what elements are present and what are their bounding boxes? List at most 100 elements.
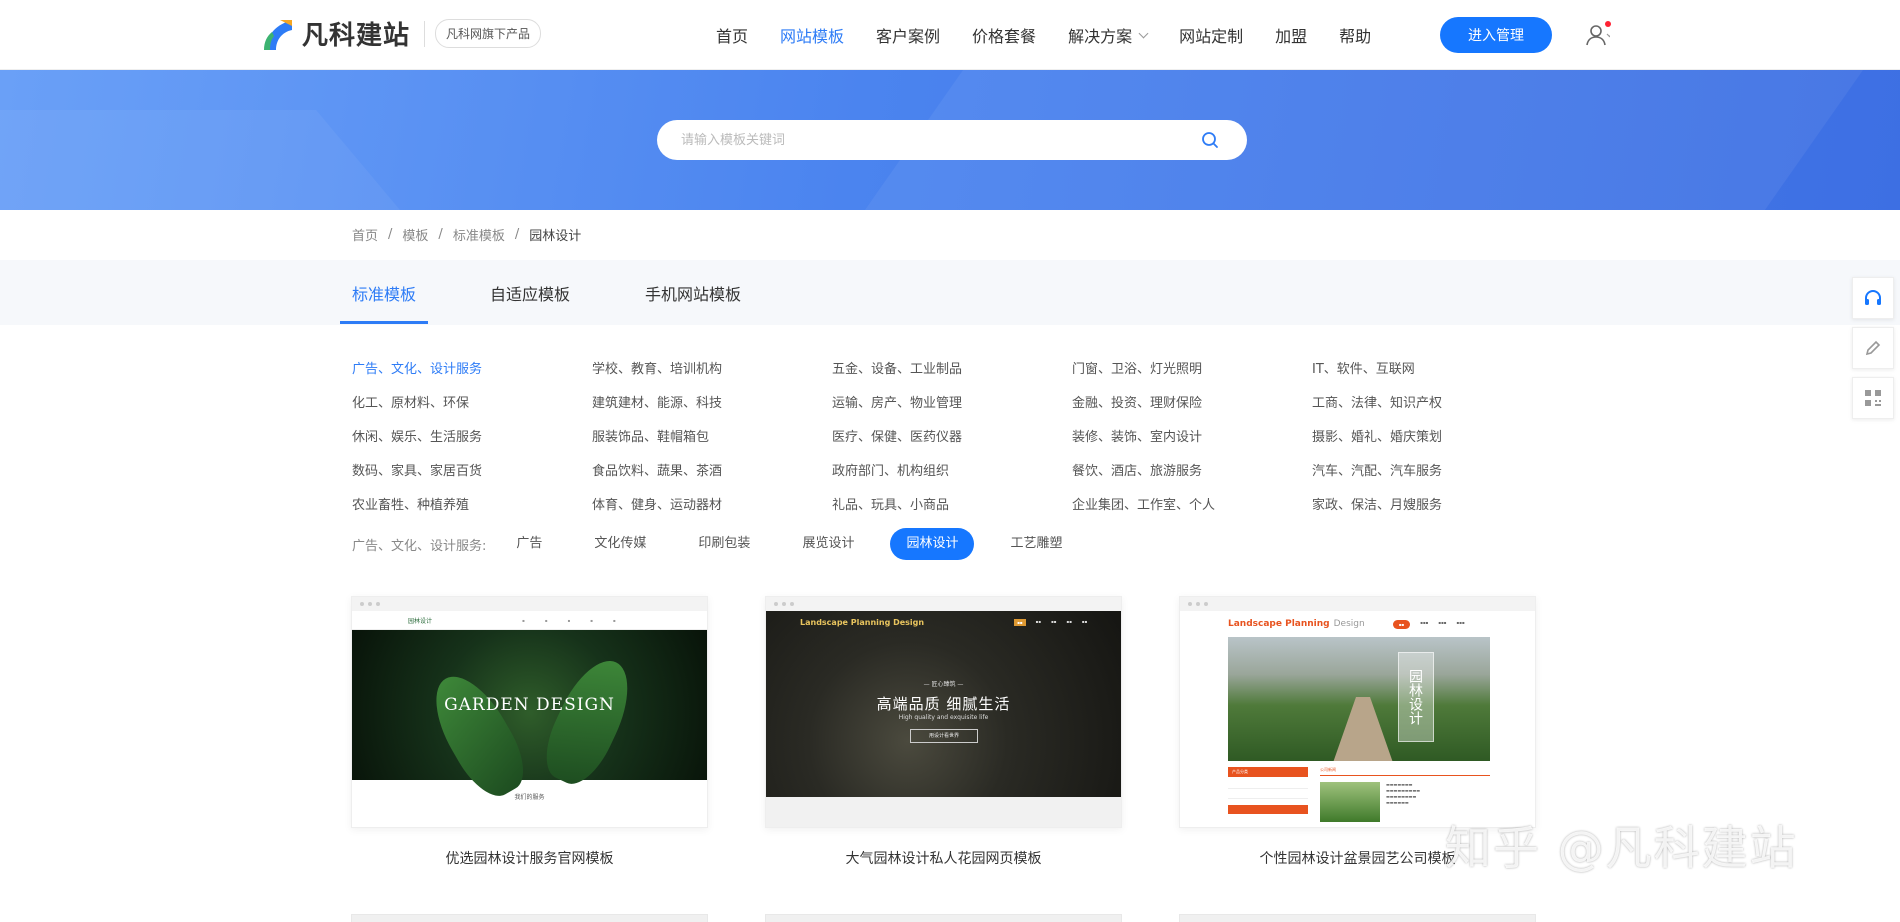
tab-responsive[interactable]: 自适应模板 (490, 260, 570, 325)
breadcrumb-home[interactable]: 首页 (352, 225, 378, 244)
subcategory-item[interactable]: 工艺雕塑 (994, 528, 1078, 560)
logo-badge: 凡科网旗下产品 (435, 19, 542, 48)
category-item[interactable]: 装修、装饰、室内设计 (1072, 426, 1312, 445)
preview-nav: Landscape Planning Design ▪▪ ▪▪ ▪▪ ▪▪ ▪▪ (766, 611, 1121, 633)
category-item[interactable]: 数码、家具、家居百货 (352, 460, 592, 479)
tab-standard[interactable]: 标准模板 (352, 260, 416, 325)
template-preview[interactable]: Landscape Planning Design ▪▪ ▪▪ ▪▪ ▪▪ ▪▪ — 匠… (765, 596, 1122, 828)
preview-subheading: High quality and exquisite life (898, 714, 989, 721)
qrcode-button[interactable] (1852, 377, 1894, 419)
category-item[interactable]: 农业畜牲、种植养殖 (352, 494, 592, 513)
preview-overlay-text: 园林设计 (1398, 652, 1434, 742)
category-item[interactable]: 五金、设备、工业制品 (832, 358, 1072, 377)
preview-brand: Landscape Planning (1228, 619, 1330, 629)
category-item[interactable]: 企业集团、工作室、个人 (1072, 494, 1312, 513)
preview-thumbnail (1320, 782, 1380, 822)
category-item[interactable]: 食品饮料、蔬果、茶酒 (592, 460, 832, 479)
breadcrumb: 首页 / 模板 / 标准模板 / 园林设计 (352, 225, 581, 244)
banner-decoration (0, 110, 484, 210)
template-card-next-row (351, 914, 708, 922)
feedback-button[interactable] (1852, 327, 1894, 369)
headset-icon (1865, 290, 1881, 305)
category-item[interactable]: 家政、保洁、月嫂服务 (1312, 494, 1552, 513)
subcategory-item[interactable]: 展览设计 (786, 528, 870, 560)
search-input[interactable] (681, 120, 1181, 160)
nav-item-custom[interactable]: 网站定制 (1179, 23, 1243, 47)
breadcrumb-current: 园林设计 (529, 229, 582, 244)
preview-heading: GARDEN DESIGN (444, 695, 615, 715)
nav-item-help[interactable]: 帮助 (1339, 23, 1371, 47)
category-item[interactable]: 金融、投资、理财保险 (1072, 392, 1312, 411)
category-item[interactable]: 政府部门、机构组织 (832, 460, 1072, 479)
subcategory-item[interactable]: 印刷包装 (682, 528, 766, 560)
template-card-next-row (765, 914, 1122, 922)
top-header: 凡科建站 凡科网旗下产品 首页 网站模板 客户案例 价格套餐 解决方案 网站定制… (0, 0, 1900, 70)
category-item[interactable]: 医疗、保健、医药仪器 (832, 426, 1072, 445)
preview-text-lines: ▬▬▬▬▬▬▬ ▬▬▬▬▬▬▬▬▬ ▬▬▬▬▬▬▬▬ ▬▬▬▬▬▬ (1386, 782, 1421, 805)
category-item[interactable]: 休闲、娱乐、生活服务 (352, 426, 592, 445)
pencil-icon (1865, 340, 1881, 356)
category-item[interactable]: IT、软件、互联网 (1312, 358, 1552, 377)
template-card[interactable]: 园林设计 ▪ ▪ ▪ ▪ ▪ GARDEN DESIGN 我们的服务 优选园林设计服务官… (351, 596, 708, 868)
enter-admin-button[interactable]: 进入管理 (1440, 17, 1552, 53)
template-type-tabs: 标准模板 自适应模板 手机网站模板 (0, 260, 1900, 325)
preview-nav: Landscape Planning Design ▪▪ ▪▪▪ ▪▪▪ ▪▪▪ (1180, 611, 1535, 637)
logo[interactable]: 凡科建站 凡科网旗下产品 (262, 15, 542, 52)
preview-news: 公司新闻 (1320, 767, 1490, 776)
category-item[interactable]: 餐饮、酒店、旅游服务 (1072, 460, 1312, 479)
category-item[interactable]: 汽车、汽配、汽车服务 (1312, 460, 1552, 479)
preview-hero: Landscape Planning Design ▪▪ ▪▪ ▪▪ ▪▪ ▪▪ — 匠… (766, 611, 1121, 797)
preview-side-row (1228, 791, 1308, 799)
preview-brand: Landscape Planning Design (800, 617, 925, 627)
preview-nav-links: ▪▪ ▪▪▪ ▪▪▪ ▪▪▪ (1392, 619, 1465, 629)
breadcrumb-standard[interactable]: 标准模板 (453, 225, 505, 244)
subcategory-item[interactable]: 广告 (500, 528, 558, 560)
template-preview[interactable]: Landscape Planning Design ▪▪ ▪▪▪ ▪▪▪ ▪▪▪ 园林… (1179, 596, 1536, 828)
customer-service-button[interactable] (1852, 277, 1894, 319)
category-item[interactable]: 服装饰品、鞋帽箱包 (592, 426, 832, 445)
tab-mobile[interactable]: 手机网站模板 (645, 260, 741, 325)
nav-item-pricing[interactable]: 价格套餐 (972, 23, 1036, 47)
nav-item-templates[interactable]: 网站模板 (780, 23, 844, 47)
search-icon[interactable] (1201, 131, 1219, 149)
leaf-shape (533, 649, 643, 793)
nav-item-solutions[interactable]: 解决方案 (1068, 23, 1149, 47)
watermark: 知乎 @凡科建站 (1445, 821, 1798, 875)
template-preview[interactable]: 园林设计 ▪ ▪ ▪ ▪ ▪ GARDEN DESIGN 我们的服务 (351, 596, 708, 828)
preview-heading: 高端品质 细腻生活 (876, 695, 1011, 713)
preview-button: 用设计看世界 (910, 729, 978, 743)
category-item[interactable]: 建筑建材、能源、科技 (592, 392, 832, 411)
nav-item-solutions-label: 解决方案 (1068, 27, 1133, 46)
browser-dots (352, 597, 707, 611)
category-item[interactable]: 学校、教育、培训机构 (592, 358, 832, 377)
qrcode-icon (1865, 390, 1881, 406)
chevron-down-icon (1138, 28, 1149, 38)
preview-hero: GARDEN DESIGN (352, 630, 707, 807)
preview-side-heading: 产品分类 (1228, 767, 1308, 777)
nav-item-cases[interactable]: 客户案例 (876, 23, 940, 47)
breadcrumb-templates[interactable]: 模板 (402, 225, 428, 244)
template-card[interactable]: Landscape Planning Design ▪▪ ▪▪ ▪▪ ▪▪ ▪▪ — 匠… (765, 596, 1122, 868)
category-item[interactable]: 运输、房产、物业管理 (832, 392, 1072, 411)
category-item[interactable]: 化工、原材料、环保 (352, 392, 592, 411)
category-item[interactable]: 摄影、婚礼、婚庆策划 (1312, 426, 1552, 445)
preview-nav-links: ▪▪ ▪▪ ▪▪ ▪▪ ▪▪ (1014, 618, 1087, 626)
category-row: 广告、文化、设计服务 学校、教育、培训机构 五金、设备、工业制品 门窗、卫浴、灯… (352, 350, 1552, 384)
category-item[interactable]: 体育、健身、运动器材 (592, 494, 832, 513)
nav-item-franchise[interactable]: 加盟 (1275, 23, 1307, 47)
preview-nav: 园林设计 ▪ ▪ ▪ ▪ ▪ (352, 611, 707, 630)
preview-footer: 我们的服务 (352, 780, 707, 826)
category-item[interactable]: 广告、文化、设计服务 (352, 358, 592, 377)
template-card-next-row (1179, 914, 1536, 922)
subcategory-item-active[interactable]: 园林设计 (890, 528, 975, 560)
category-item[interactable]: 礼品、玩具、小商品 (832, 494, 1072, 513)
main-nav: 首页 网站模板 客户案例 价格套餐 解决方案 网站定制 加盟 帮助 (700, 0, 1387, 70)
subcategory-item[interactable]: 文化传媒 (578, 528, 662, 560)
category-item[interactable]: 工商、法律、知识产权 (1312, 392, 1552, 411)
template-title[interactable]: 大气园林设计私人花园网页模板 (765, 848, 1122, 868)
logo-divider (424, 20, 426, 47)
category-item[interactable]: 门窗、卫浴、灯光照明 (1072, 358, 1312, 377)
template-title[interactable]: 优选园林设计服务官网模板 (351, 848, 708, 868)
nav-item-home[interactable]: 首页 (716, 23, 748, 47)
breadcrumb-separator: / (388, 227, 393, 242)
